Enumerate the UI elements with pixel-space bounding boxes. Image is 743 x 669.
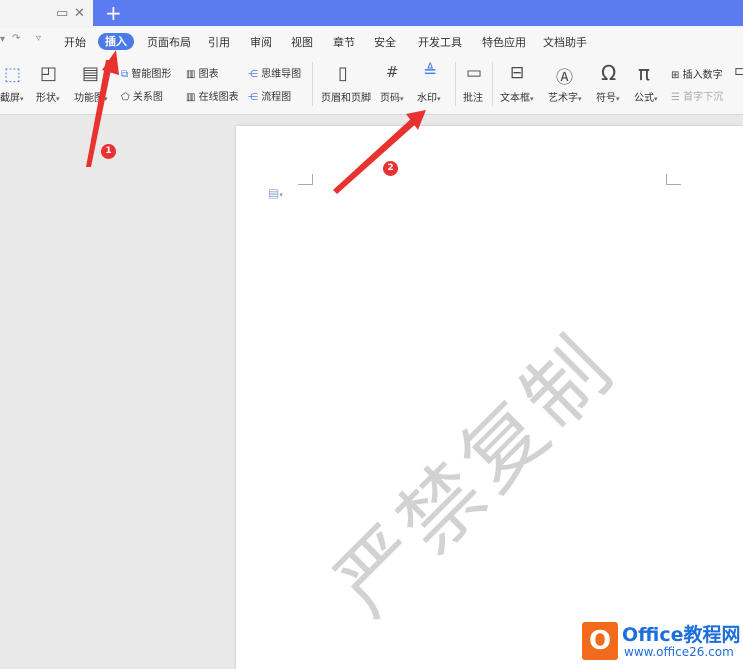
- logo-title: Office教程网: [622, 624, 741, 646]
- arrow-2-shaft: [333, 117, 418, 194]
- logo-url: www.office26.com: [624, 645, 734, 659]
- step-badge-1: 1: [101, 144, 116, 159]
- step-badge-2: 2: [383, 161, 398, 176]
- annotation-layer: [86, 50, 426, 194]
- site-logo: O Office教程网 www.office26.com: [578, 618, 743, 666]
- office-logo-icon: O: [582, 622, 618, 660]
